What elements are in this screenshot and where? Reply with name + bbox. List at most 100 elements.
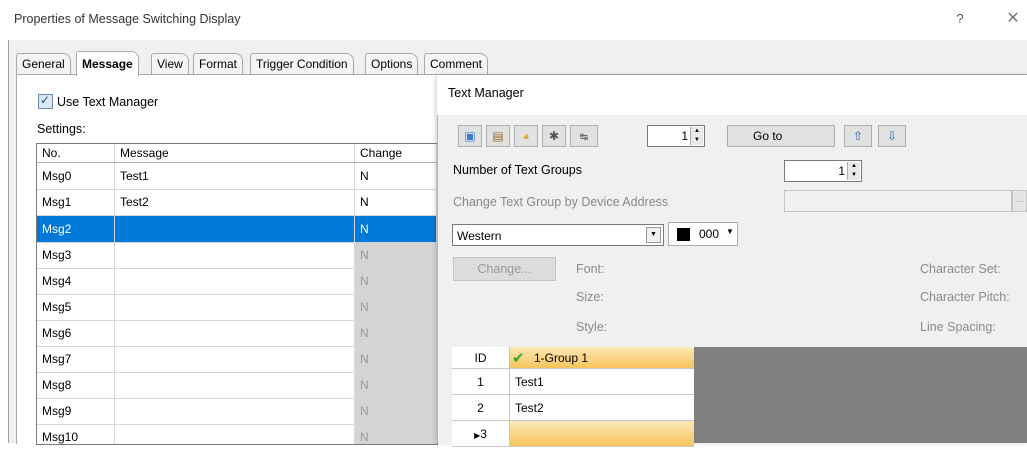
text-manager-title-bar <box>437 75 1027 115</box>
cell-change: N <box>355 242 437 268</box>
cell-message[interactable] <box>115 398 355 424</box>
cell-no: Msg1 <box>37 189 115 215</box>
color-picker-button[interactable]: 000 ▼ <box>668 222 738 246</box>
cell-no: Msg10 <box>37 424 115 444</box>
row-id: 1 <box>452 369 510 395</box>
cell-message[interactable] <box>115 242 355 268</box>
import-icon[interactable]: ◕ <box>514 125 538 147</box>
tab-view[interactable]: View <box>151 53 189 74</box>
row-id-value: 3 <box>480 427 487 441</box>
group-column-header[interactable]: 1-Group 1 <box>510 347 694 369</box>
cell-message[interactable]: Test2 <box>115 189 355 215</box>
tab-message[interactable]: Message <box>76 51 139 76</box>
paste-icon[interactable]: ▤ <box>486 125 510 147</box>
grid-row-current[interactable]: ▶3 <box>452 421 694 447</box>
chevron-down-icon: ▼ <box>726 227 734 236</box>
spin-arrows-icon[interactable]: ▲ ▼ <box>690 127 703 145</box>
cell-change: N <box>355 268 437 294</box>
table-header: No. Message Change <box>37 144 437 163</box>
cell-no: Msg6 <box>37 320 115 346</box>
column-header-no[interactable]: No. <box>37 144 115 162</box>
grid-row[interactable]: 1 Test1 <box>452 369 694 395</box>
cell-no: Msg9 <box>37 398 115 424</box>
language-select[interactable]: Western ▼ <box>452 224 664 246</box>
cell-message[interactable] <box>115 216 355 242</box>
table-row-selected[interactable]: Msg2 N <box>37 216 437 243</box>
cell-no: Msg3 <box>37 242 115 268</box>
id-column-header[interactable]: ID <box>452 347 510 369</box>
cell-message[interactable] <box>115 268 355 294</box>
spin-arrows-icon[interactable]: ▲ ▼ <box>847 162 860 180</box>
change-text-group-by-device-address-label: Change Text Group by Device Address <box>453 195 669 209</box>
table-row[interactable]: Msg6 N <box>37 320 437 347</box>
font-label: Font: <box>576 262 605 276</box>
close-button[interactable]: ✕ <box>1003 8 1023 30</box>
goto-button[interactable]: Go to <box>727 125 835 147</box>
cell-change: N <box>355 346 437 372</box>
cell-change[interactable]: N <box>355 216 437 242</box>
device-address-browse-button: ... <box>1012 190 1027 212</box>
table-row[interactable]: Msg7 N <box>37 346 437 373</box>
column-header-change[interactable]: Change <box>355 144 437 162</box>
tab-general[interactable]: General <box>16 53 71 74</box>
grid-row[interactable]: 2 Test2 <box>452 395 694 421</box>
character-set-label: Character Set: <box>920 262 1001 276</box>
character-pitch-label: Character Pitch: <box>920 290 1010 304</box>
cell-message[interactable]: Test1 <box>115 163 355 189</box>
settings-label: Settings: <box>37 122 86 136</box>
copy-icon[interactable]: ▣ <box>458 125 482 147</box>
cell-message[interactable] <box>115 372 355 398</box>
cell-no: Msg5 <box>37 294 115 320</box>
table-row[interactable]: Msg5 N <box>37 294 437 321</box>
cell-change[interactable]: N <box>355 189 437 215</box>
table-row[interactable]: Msg4 N <box>37 268 437 295</box>
cell-no: Msg7 <box>37 346 115 372</box>
cell-message[interactable] <box>115 320 355 346</box>
table-row[interactable]: Msg8 N <box>37 372 437 399</box>
table-row[interactable]: Msg3 N <box>37 242 437 269</box>
cell-change: N <box>355 294 437 320</box>
row-text[interactable]: Test1 <box>510 369 694 395</box>
checkmark-icon: ✔ <box>512 350 525 367</box>
move-up-icon[interactable]: ⇧ <box>844 125 872 147</box>
tab-format[interactable]: Format <box>193 53 244 74</box>
line-spacing-label: Line Spacing: <box>920 320 996 334</box>
window-title: Properties of Message Switching Display <box>14 12 241 26</box>
chevron-down-icon[interactable]: ▼ <box>646 227 661 243</box>
cell-message[interactable] <box>115 346 355 372</box>
export-icon[interactable]: ✱ <box>542 125 566 147</box>
table-row[interactable]: Msg0 Test1 N <box>37 163 437 190</box>
row-text[interactable] <box>510 421 694 447</box>
move-down-icon[interactable]: ⇩ <box>878 125 906 147</box>
size-label: Size: <box>576 290 604 304</box>
group-header-label: 1-Group 1 <box>534 351 589 365</box>
column-header-message[interactable]: Message <box>115 144 355 162</box>
cell-change: N <box>355 398 437 424</box>
number-of-text-groups-value: 1 <box>838 164 845 178</box>
message-table: No. Message Change Msg0 Test1 N Msg1 Tes… <box>36 143 438 445</box>
goto-number-spinbox[interactable]: 1 ▲ ▼ <box>647 125 705 147</box>
cell-no: Msg4 <box>37 268 115 294</box>
row-text[interactable]: Test2 <box>510 395 694 421</box>
row-id: 2 <box>452 395 510 421</box>
tab-options[interactable]: Options <box>365 53 419 74</box>
help-button[interactable]: ? <box>950 8 970 30</box>
table-row[interactable]: Msg1 Test2 N <box>37 189 437 216</box>
cell-message[interactable] <box>115 424 355 444</box>
cell-change: N <box>355 320 437 346</box>
color-swatch <box>677 228 690 241</box>
cell-change: N <box>355 424 437 444</box>
use-text-manager-checkbox[interactable]: ✓ <box>38 93 53 109</box>
table-row[interactable]: Msg9 N <box>37 398 437 425</box>
replace-icon[interactable]: ↹ <box>570 125 598 147</box>
cell-message[interactable] <box>115 294 355 320</box>
tab-comment[interactable]: Comment <box>424 53 489 74</box>
table-row[interactable]: Msg10 N <box>37 424 437 444</box>
tab-trigger-condition[interactable]: Trigger Condition <box>250 53 354 74</box>
device-address-field <box>784 190 1012 212</box>
language-value: Western <box>457 229 502 243</box>
number-of-text-groups-spinbox[interactable]: 1 ▲ ▼ <box>784 160 862 182</box>
number-of-text-groups-label: Number of Text Groups <box>453 163 582 177</box>
use-text-manager-label: Use Text Manager <box>57 95 159 109</box>
cell-change[interactable]: N <box>355 163 437 189</box>
